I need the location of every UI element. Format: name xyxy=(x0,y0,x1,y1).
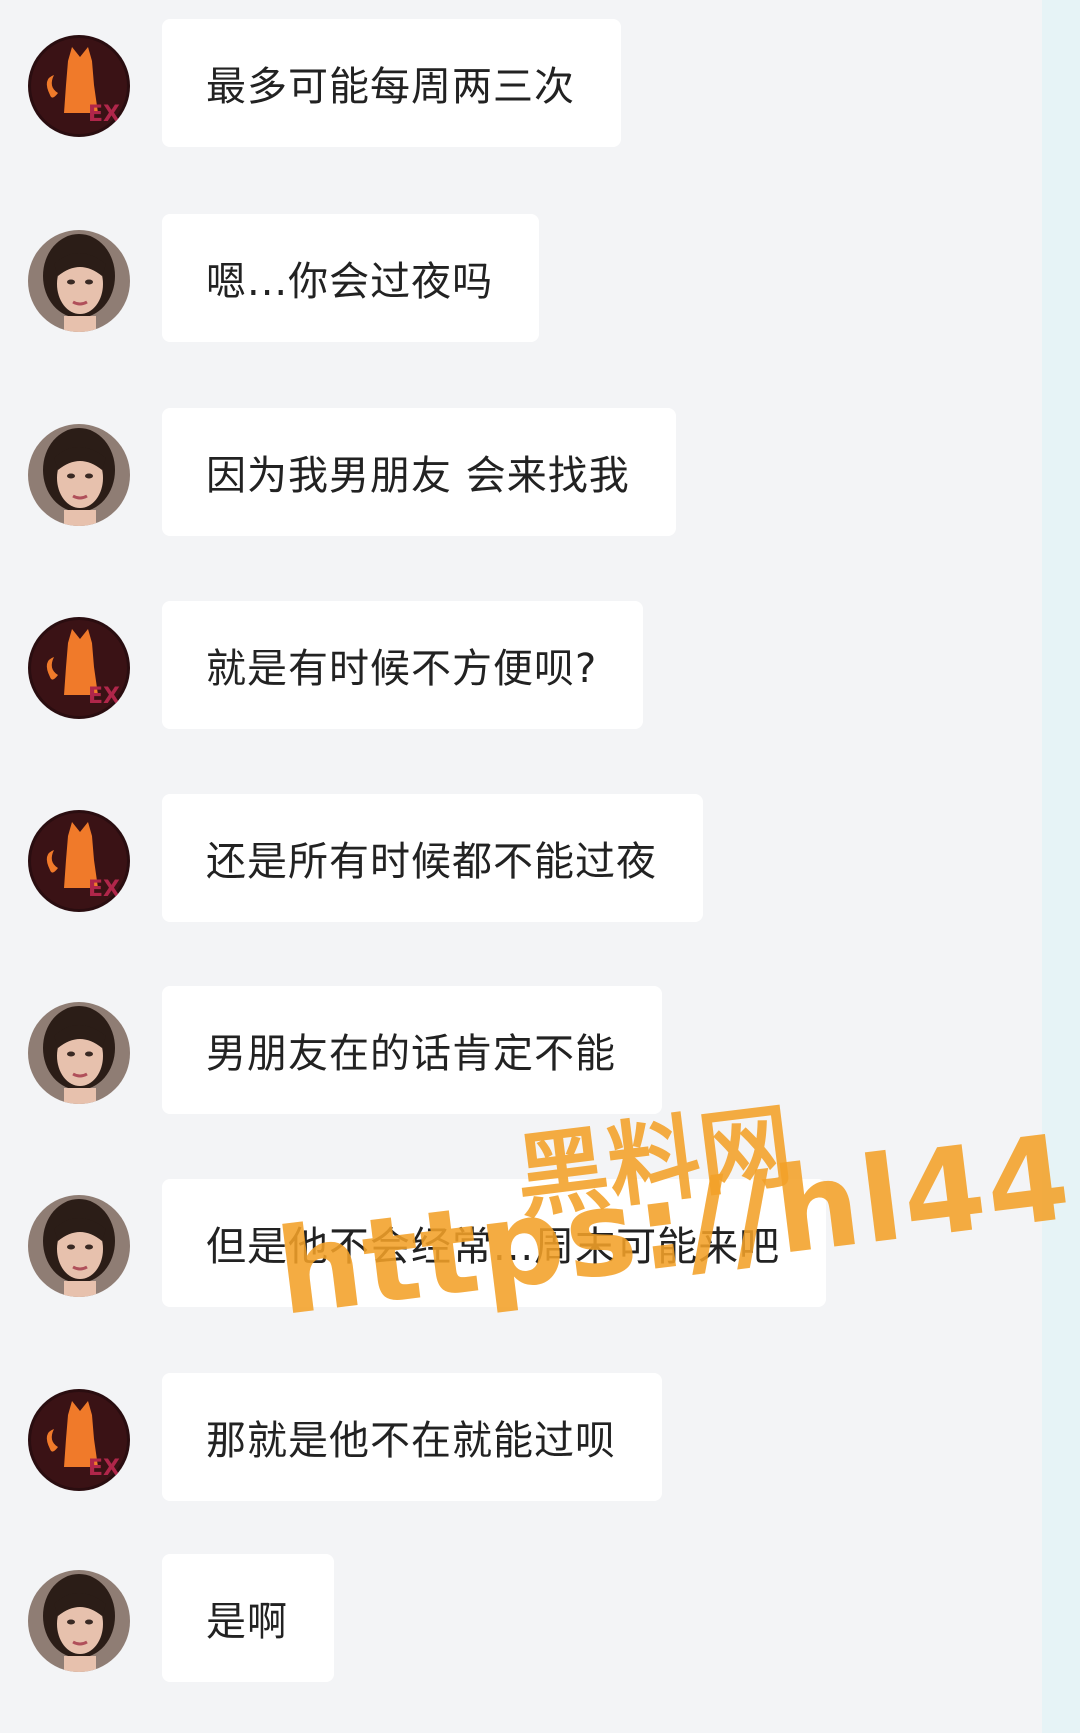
message-text: 就是有时候不方便呗? xyxy=(206,646,598,692)
cat-logo-avatar-icon[interactable]: EX xyxy=(28,35,130,137)
svg-text:EX: EX xyxy=(88,684,120,709)
message-bubble[interactable]: 最多可能每周两三次 xyxy=(162,19,621,147)
woman-portrait-avatar-icon[interactable] xyxy=(28,1570,130,1672)
message-text: 男朋友在的话肯定不能 xyxy=(206,1031,616,1077)
woman-portrait-avatar-icon[interactable] xyxy=(28,230,130,332)
message-row: 因为我男朋友 会来找我 xyxy=(0,408,1040,554)
woman-portrait-avatar-icon[interactable] xyxy=(28,1002,130,1104)
message-row: EX 还是所有时候都不能过夜 xyxy=(0,794,1040,940)
message-row: 是啊 xyxy=(0,1554,1040,1700)
message-row: 男朋友在的话肯定不能 xyxy=(0,986,1040,1132)
message-text: 最多可能每周两三次 xyxy=(206,64,575,110)
message-text: 是啊 xyxy=(206,1599,288,1645)
svg-text:EX: EX xyxy=(88,1456,120,1481)
message-text: 因为我男朋友 会来找我 xyxy=(206,453,630,499)
svg-text:EX: EX xyxy=(88,877,120,902)
cat-logo-avatar-icon[interactable]: EX xyxy=(28,617,130,719)
woman-portrait-avatar-icon[interactable] xyxy=(28,424,130,526)
message-bubble[interactable]: 那就是他不在就能过呗 xyxy=(162,1373,662,1501)
message-text: 那就是他不在就能过呗 xyxy=(206,1418,616,1464)
message-bubble[interactable]: 但是他不会经常...周末可能来吧 xyxy=(162,1179,827,1307)
chat-screen: EX 最多可能每周两三次 嗯...你会过夜吗 因为我男朋友 会来找我 EX 就是… xyxy=(0,0,1080,1733)
message-text: 还是所有时候都不能过夜 xyxy=(206,839,657,885)
message-bubble[interactable]: 男朋友在的话肯定不能 xyxy=(162,986,662,1114)
message-bubble[interactable]: 因为我男朋友 会来找我 xyxy=(162,408,676,536)
message-row: EX 就是有时候不方便呗? xyxy=(0,601,1040,747)
right-edge-strip xyxy=(1042,0,1080,1733)
message-text: 嗯...你会过夜吗 xyxy=(206,259,494,305)
message-bubble[interactable]: 还是所有时候都不能过夜 xyxy=(162,794,703,922)
message-row: EX 那就是他不在就能过呗 xyxy=(0,1373,1040,1519)
cat-logo-avatar-icon[interactable]: EX xyxy=(28,810,130,912)
svg-text:EX: EX xyxy=(88,102,120,127)
message-bubble[interactable]: 是啊 xyxy=(162,1554,334,1682)
message-bubble[interactable]: 就是有时候不方便呗? xyxy=(162,601,644,729)
message-text: 但是他不会经常...周末可能来吧 xyxy=(206,1224,781,1270)
woman-portrait-avatar-icon[interactable] xyxy=(28,1195,130,1297)
cat-logo-avatar-icon[interactable]: EX xyxy=(28,1389,130,1491)
message-row: 但是他不会经常...周末可能来吧 xyxy=(0,1179,1040,1325)
message-row: 嗯...你会过夜吗 xyxy=(0,214,1040,360)
message-row: EX 最多可能每周两三次 xyxy=(0,19,1040,165)
message-bubble[interactable]: 嗯...你会过夜吗 xyxy=(162,214,540,342)
